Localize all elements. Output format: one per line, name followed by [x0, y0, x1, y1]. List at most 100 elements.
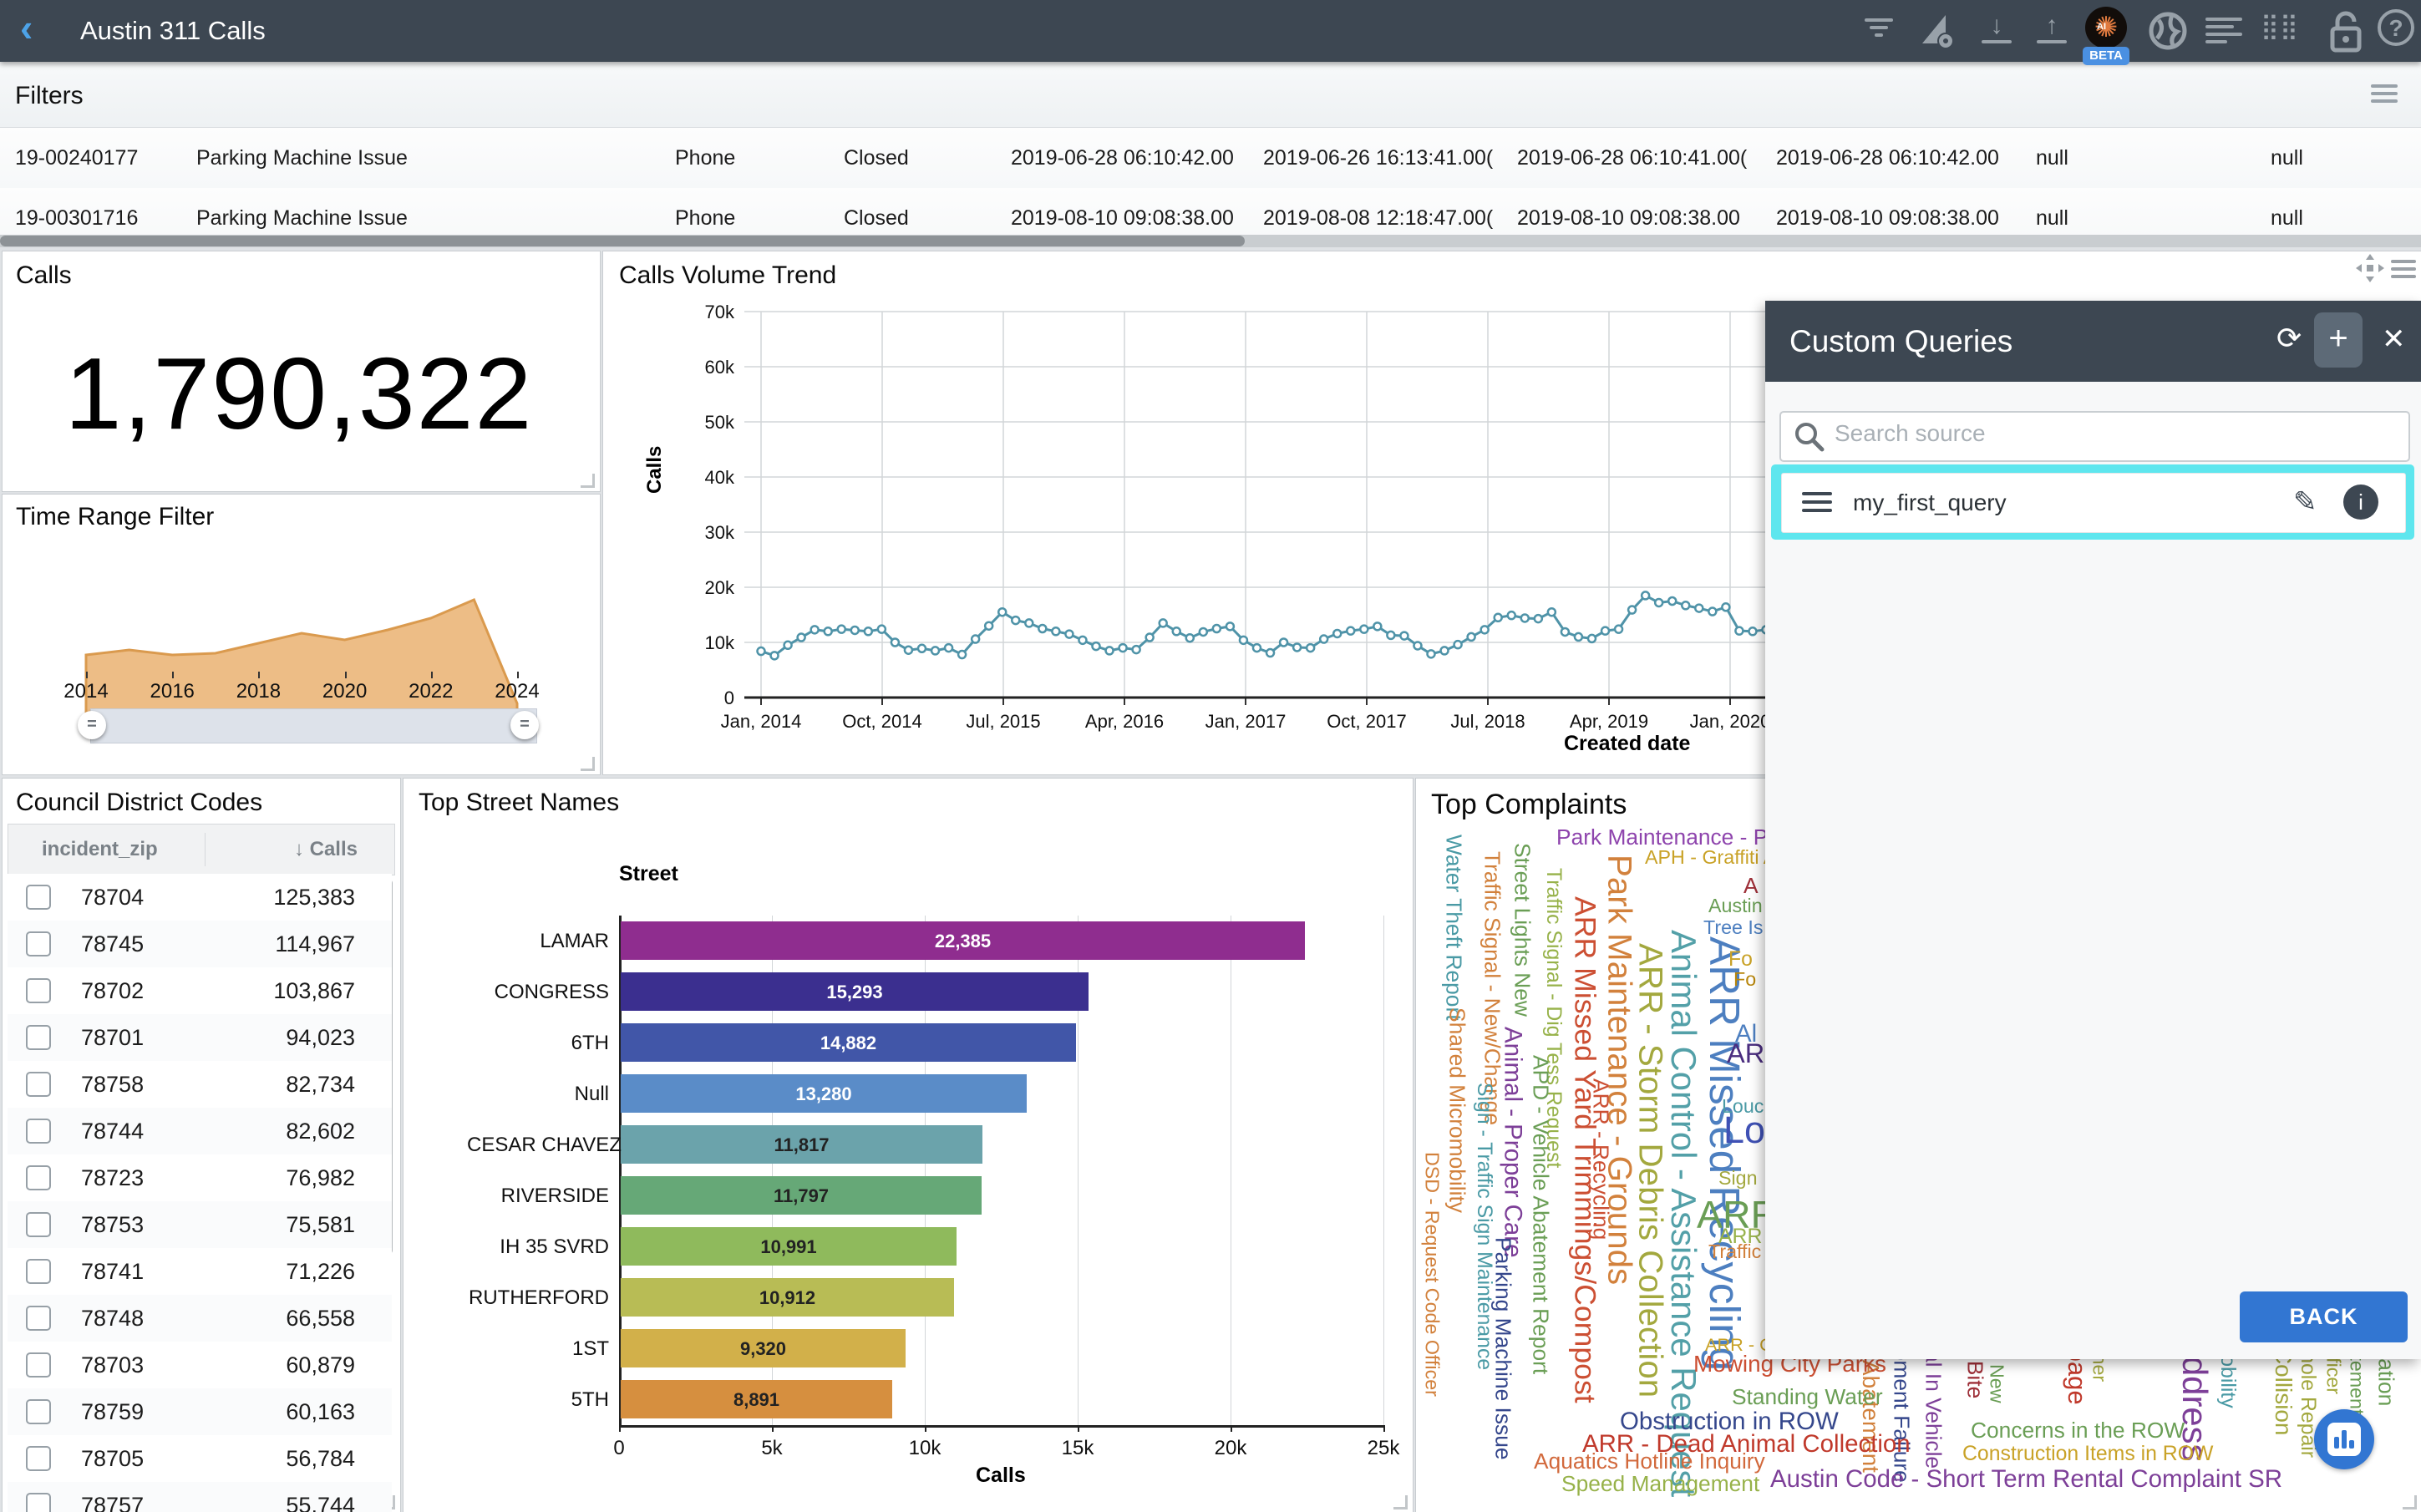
volume-y-tick: 30k — [684, 522, 734, 544]
widget-menu-icon[interactable] — [2391, 256, 2416, 282]
row-checkbox[interactable] — [26, 885, 51, 910]
council-row[interactable]: 7874866,558 — [8, 1295, 392, 1342]
complaint-word[interactable]: Austin — [1708, 896, 1763, 916]
row-checkbox[interactable] — [26, 1259, 51, 1284]
council-row[interactable]: 7874482,602 — [8, 1108, 392, 1155]
grid-dots-icon[interactable]: ⣿⣿ — [2261, 12, 2299, 41]
complaint-word[interactable]: A — [1743, 875, 1759, 896]
resize-handle[interactable] — [2403, 1495, 2417, 1509]
complaint-word[interactable]: ARR Missed Recycling — [1703, 936, 1746, 1371]
council-title: Council District Codes — [16, 789, 262, 817]
download-icon[interactable]: ↓ — [1982, 12, 2012, 43]
row-checkbox[interactable] — [26, 1165, 51, 1190]
complaint-word[interactable]: Street Lights New — [1511, 843, 1533, 1017]
council-row[interactable]: 7875882,734 — [8, 1061, 392, 1109]
list-icon[interactable] — [2205, 13, 2242, 48]
row-checkbox[interactable] — [26, 1399, 51, 1424]
add-query-button[interactable]: + — [2314, 312, 2363, 368]
resize-handle[interactable] — [1393, 1495, 1408, 1509]
council-row[interactable]: 7874171,226 — [8, 1248, 392, 1296]
back-button[interactable]: BACK — [2240, 1291, 2408, 1342]
row-checkbox[interactable] — [26, 931, 51, 956]
edit-pencil-icon[interactable]: ✎ — [2293, 485, 2317, 519]
filter-cell: 2019-08-10 09:08:38.00 — [1776, 206, 1999, 231]
complaint-word[interactable]: Austin Code - Short Term Rental Complain… — [1770, 1467, 2282, 1491]
row-checkbox[interactable] — [26, 1352, 51, 1378]
row-checkbox[interactable] — [26, 978, 51, 1003]
complaint-word[interactable]: Construction Items in ROW — [1962, 1444, 2213, 1465]
complaint-word[interactable]: Aquatics Hotline Inquiry — [1534, 1450, 1765, 1472]
council-col-zip[interactable]: incident_zip — [42, 838, 158, 861]
council-row[interactable]: 7875960,163 — [8, 1388, 392, 1436]
council-row[interactable]: 7875375,581 — [8, 1201, 392, 1249]
complaint-word[interactable]: Tree Is — [1703, 918, 1764, 937]
horizontal-scrollbar[interactable] — [0, 235, 2421, 247]
zip-value: 78745 — [81, 931, 144, 957]
time-range-slider-handle-left[interactable]: = — [78, 711, 106, 739]
back-icon[interactable]: ‹ — [20, 5, 33, 50]
complaint-word[interactable]: DSD - Request Code Officer — [1422, 1152, 1441, 1397]
council-row[interactable]: 7872376,982 — [8, 1154, 392, 1202]
council-row[interactable]: 7870194,023 — [8, 1014, 392, 1062]
complaint-word[interactable]: Concerns in the ROW — [1971, 1419, 2185, 1441]
row-checkbox[interactable] — [26, 1025, 51, 1050]
council-row[interactable]: 7875755,744 — [8, 1482, 392, 1512]
complaint-word[interactable]: New — [1987, 1364, 2006, 1403]
council-row[interactable]: 7870360,879 — [8, 1342, 392, 1389]
calls-value: 55,744 — [286, 1493, 355, 1512]
council-col-calls[interactable]: ↓ Calls — [294, 838, 358, 861]
complaint-word[interactable]: Collision — [2271, 1347, 2295, 1435]
scrollbar-thumb[interactable] — [0, 236, 1245, 246]
row-checkbox[interactable] — [26, 1119, 51, 1144]
filter-cell: 2019-06-28 06:10:41.00( — [1517, 146, 1747, 170]
complaint-word[interactable]: Water Theft Report — [1443, 835, 1464, 1021]
complaint-word[interactable]: APD - Vehicle Abatement Report — [1530, 1055, 1551, 1374]
drag-handle-icon[interactable] — [1802, 487, 1832, 517]
row-checkbox[interactable] — [26, 1072, 51, 1097]
row-checkbox[interactable] — [26, 1493, 51, 1512]
complaint-word[interactable]: Lo — [1723, 1112, 1765, 1149]
resize-handle[interactable] — [581, 757, 595, 771]
time-range-tick: 2022 — [409, 680, 453, 703]
complaint-word[interactable]: Fo — [1733, 970, 1756, 989]
filter-cell: Closed — [844, 146, 909, 170]
chart-fab-button[interactable] — [2314, 1409, 2374, 1469]
filter-table: 19-00240177Parking Machine IssuePhoneClo… — [0, 127, 2421, 236]
complaint-word[interactable]: Standing Water — [1732, 1386, 1883, 1408]
council-row[interactable]: 78704125,383 — [8, 874, 392, 921]
time-range-slider-handle-right[interactable]: = — [510, 711, 539, 739]
filter-table-row[interactable]: 19-00301716Parking Machine IssuePhoneClo… — [0, 188, 2421, 236]
council-row[interactable]: 7870556,784 — [8, 1435, 392, 1483]
complaint-word[interactable]: ARR - Recycling — [1590, 1078, 1611, 1240]
ai-icon[interactable]: ✺ AI — [2085, 7, 2127, 48]
streets-x-tick: 15k — [1062, 1437, 1094, 1460]
time-range-slider-track[interactable] — [90, 708, 537, 743]
close-icon[interactable]: ✕ — [2382, 322, 2406, 356]
search-source-input[interactable] — [1833, 419, 2379, 448]
zip-value: 78744 — [81, 1119, 144, 1144]
upload-icon[interactable]: ↑ — [2037, 12, 2067, 43]
filter-cell: 2019-08-10 09:08:38.00 — [1011, 206, 1234, 231]
info-icon[interactable]: i — [2343, 485, 2378, 520]
complaint-word[interactable]: Parking Machine Issue — [1492, 1237, 1514, 1460]
council-row[interactable]: 78702103,867 — [8, 967, 392, 1015]
resize-handle[interactable] — [581, 474, 595, 488]
query-list-item[interactable]: my_first_query ✎ i — [1781, 473, 2406, 533]
council-row[interactable]: 78745114,967 — [8, 921, 392, 968]
complaint-word[interactable]: Shared Micromobility — [1446, 1007, 1468, 1213]
complaint-word[interactable]: Traffic — [1708, 1242, 1761, 1261]
complaint-word[interactable]: APH - Graffiti A — [1645, 848, 1776, 867]
complaint-word[interactable]: Speed Management — [1561, 1473, 1759, 1494]
complaint-word[interactable]: Animal - Proper Care — [1500, 1027, 1525, 1257]
complaint-word[interactable]: ARR - Storm Debris Collection — [1633, 943, 1667, 1398]
filter-table-row[interactable]: 19-00240177Parking Machine IssuePhoneClo… — [0, 128, 2421, 190]
help-icon[interactable]: ? — [2378, 9, 2414, 46]
filter-icon[interactable] — [1865, 18, 1893, 37]
row-checkbox[interactable] — [26, 1446, 51, 1471]
filters-menu-icon[interactable] — [2371, 80, 2398, 107]
refresh-icon[interactable]: ⟳ — [2276, 321, 2302, 356]
row-checkbox[interactable] — [26, 1306, 51, 1331]
complaint-word[interactable]: AR — [1727, 1040, 1764, 1068]
complaint-word[interactable]: Sign — [1718, 1169, 1758, 1188]
row-checkbox[interactable] — [26, 1212, 51, 1237]
